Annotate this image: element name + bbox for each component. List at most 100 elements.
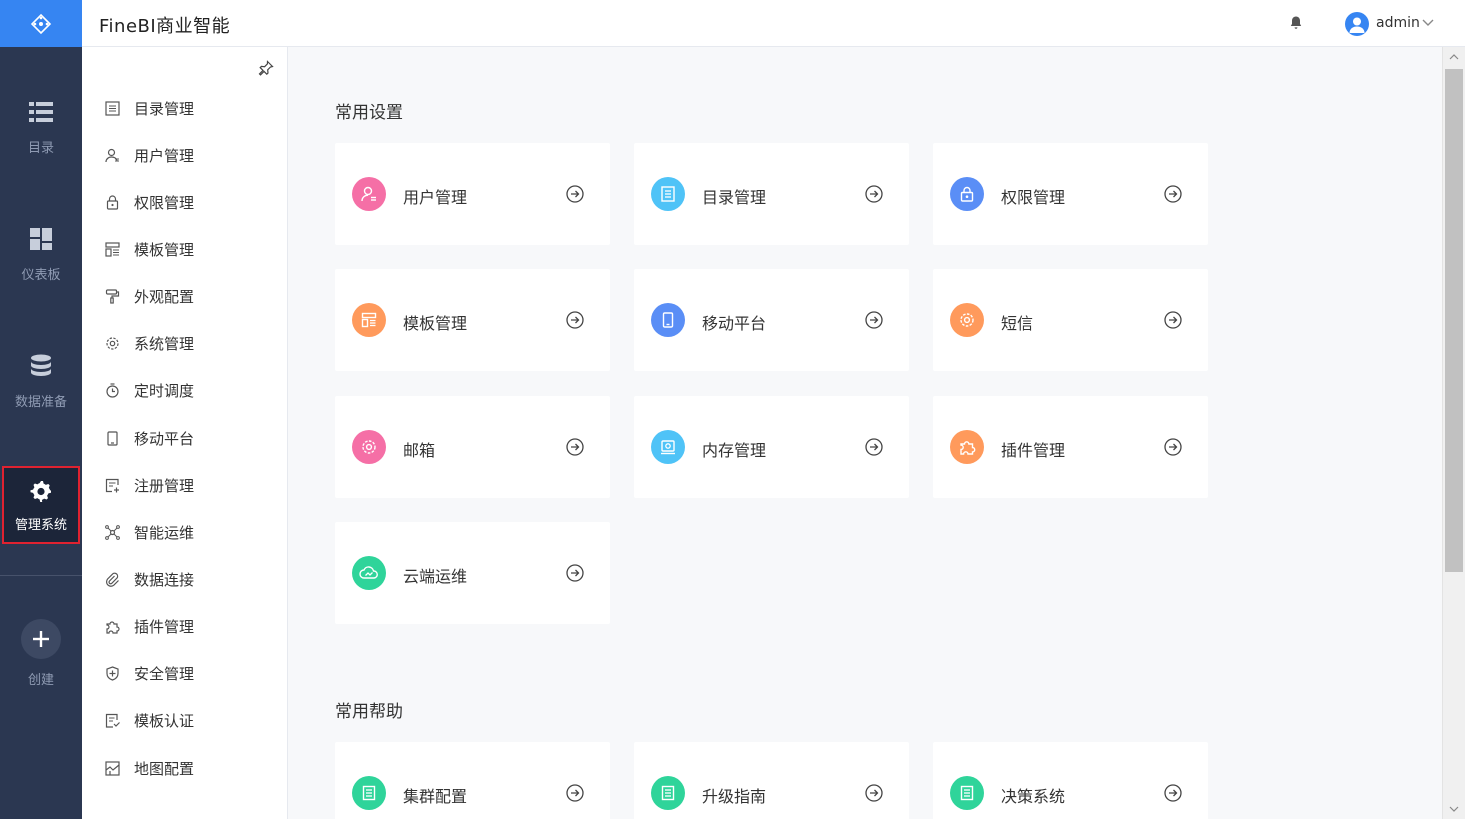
- timer-icon: [104, 382, 120, 398]
- card-permission-management[interactable]: 权限管理: [933, 143, 1208, 245]
- card-catalog-management[interactable]: 目录管理: [634, 143, 909, 245]
- card-label: 集群配置: [403, 787, 468, 806]
- mobile-icon: [104, 430, 120, 446]
- user-avatar[interactable]: [1345, 12, 1369, 36]
- section-title-common-settings: 常用设置: [335, 103, 403, 123]
- puzzle-icon: [950, 430, 984, 464]
- arrow-right-circle-icon: [1164, 438, 1182, 456]
- menu-item-label: 智能运维: [134, 523, 195, 542]
- doc-icon: [352, 776, 386, 810]
- card-cluster-config[interactable]: 集群配置: [335, 742, 610, 819]
- card-label: 邮箱: [403, 441, 436, 460]
- list-icon: [28, 99, 54, 125]
- menu-item-permission[interactable]: 权限管理: [104, 190, 194, 214]
- rail-label: 管理系统: [14, 518, 67, 533]
- menu-item-template[interactable]: 模板管理: [104, 237, 194, 261]
- card-label: 升级指南: [702, 787, 767, 806]
- menu-item-catalog[interactable]: 目录管理: [104, 96, 194, 120]
- menu-item-label: 移动平台: [134, 429, 195, 448]
- menu-item-system[interactable]: 系统管理: [104, 331, 194, 355]
- doc-icon: [950, 776, 984, 810]
- menu-item-register[interactable]: 注册管理: [104, 473, 194, 497]
- memory-icon: [651, 430, 685, 464]
- pin-icon[interactable]: [258, 60, 274, 76]
- rail-divider: [0, 575, 82, 576]
- arrow-right-circle-icon: [1164, 784, 1182, 802]
- card-template-management[interactable]: 模板管理: [335, 269, 610, 371]
- card-upgrade-guide[interactable]: 升级指南: [634, 742, 909, 819]
- arrow-right-circle-icon: [865, 784, 883, 802]
- rail-label: 数据准备: [14, 395, 67, 410]
- menu-item-label: 安全管理: [134, 664, 195, 683]
- menu-item-label: 数据连接: [134, 570, 195, 589]
- user-name[interactable]: admin: [1376, 15, 1420, 31]
- rail-item-catalog[interactable]: 目录: [0, 93, 82, 185]
- scroll-down-arrow-icon[interactable]: [1443, 801, 1465, 817]
- card-mobile-platform[interactable]: 移动平台: [634, 269, 909, 371]
- link-icon: [104, 571, 120, 587]
- arrow-right-circle-icon: [566, 564, 584, 582]
- menu-item-template-certify[interactable]: 模板认证: [104, 708, 194, 732]
- menu-item-security[interactable]: 安全管理: [104, 661, 194, 685]
- settings-icon: [104, 335, 120, 351]
- sms-gear-icon: [950, 303, 984, 337]
- section-title-common-help: 常用帮助: [335, 702, 403, 722]
- card-label: 模板管理: [403, 314, 468, 333]
- vertical-scrollbar[interactable]: [1442, 47, 1465, 819]
- menu-item-appearance[interactable]: 外观配置: [104, 284, 194, 308]
- card-label: 用户管理: [403, 188, 468, 207]
- menu-item-label: 用户管理: [134, 146, 195, 165]
- app-logo[interactable]: [0, 0, 82, 47]
- card-memory-management[interactable]: 内存管理: [634, 396, 909, 498]
- card-user-management[interactable]: 用户管理: [335, 143, 610, 245]
- chevron-down-icon[interactable]: [1421, 17, 1435, 27]
- puzzle-icon: [104, 618, 120, 634]
- rail-item-data-prep[interactable]: 数据准备: [0, 347, 82, 439]
- menu-item-label: 插件管理: [134, 617, 195, 636]
- card-sms[interactable]: 短信: [933, 269, 1208, 371]
- main-content: 常用设置 用户管理 目录管理 权限管理 模板管理 移动平台 短信 邮箱 内存管理…: [289, 47, 1442, 819]
- database-icon: [28, 353, 54, 379]
- menu-item-smart-ops[interactable]: 智能运维: [104, 520, 194, 544]
- rail-item-dashboard[interactable]: 仪表板: [0, 220, 82, 312]
- card-decision-system[interactable]: 决策系统: [933, 742, 1208, 819]
- user-icon: [104, 147, 120, 163]
- mail-gear-icon: [352, 430, 386, 464]
- menu-item-label: 权限管理: [134, 193, 195, 212]
- arrow-right-circle-icon: [865, 438, 883, 456]
- certify-icon: [104, 712, 120, 728]
- plus-icon: [21, 619, 61, 659]
- rail-label: 创建: [27, 673, 54, 688]
- notification-bell-icon[interactable]: [1288, 15, 1304, 31]
- card-mailbox[interactable]: 邮箱: [335, 396, 610, 498]
- rail-item-management-system[interactable]: 管理系统: [2, 466, 80, 544]
- menu-item-user[interactable]: 用户管理: [104, 143, 194, 167]
- top-header: FineBI商业智能 admin: [0, 0, 1465, 47]
- template-icon: [104, 241, 120, 257]
- arrow-right-circle-icon: [1164, 311, 1182, 329]
- rail-item-create[interactable]: 创建: [0, 619, 82, 711]
- menu-item-label: 系统管理: [134, 334, 195, 353]
- menu-item-plugin[interactable]: 插件管理: [104, 614, 194, 638]
- menu-item-data-connection[interactable]: 数据连接: [104, 567, 194, 591]
- mobile-icon: [651, 303, 685, 337]
- card-label: 目录管理: [702, 188, 767, 207]
- left-rail: 目录 仪表板 数据准备 管理系统 创建: [0, 47, 82, 819]
- card-label: 决策系统: [1001, 787, 1066, 806]
- lock-icon: [104, 194, 120, 210]
- card-plugin-management[interactable]: 插件管理: [933, 396, 1208, 498]
- arrow-right-circle-icon: [1164, 185, 1182, 203]
- menu-item-label: 地图配置: [134, 759, 195, 778]
- arrow-right-circle-icon: [566, 311, 584, 329]
- card-cloud-ops[interactable]: 云端运维: [335, 522, 610, 624]
- lock-icon: [950, 177, 984, 211]
- scroll-up-arrow-icon[interactable]: [1443, 49, 1465, 65]
- menu-item-label: 注册管理: [134, 476, 195, 495]
- template-icon: [352, 303, 386, 337]
- menu-item-schedule[interactable]: 定时调度: [104, 378, 194, 402]
- register-icon: [104, 477, 120, 493]
- menu-item-mobile[interactable]: 移动平台: [104, 426, 194, 450]
- menu-item-map[interactable]: 地图配置: [104, 756, 194, 780]
- arrow-right-circle-icon: [566, 185, 584, 203]
- scrollbar-thumb[interactable]: [1445, 69, 1463, 572]
